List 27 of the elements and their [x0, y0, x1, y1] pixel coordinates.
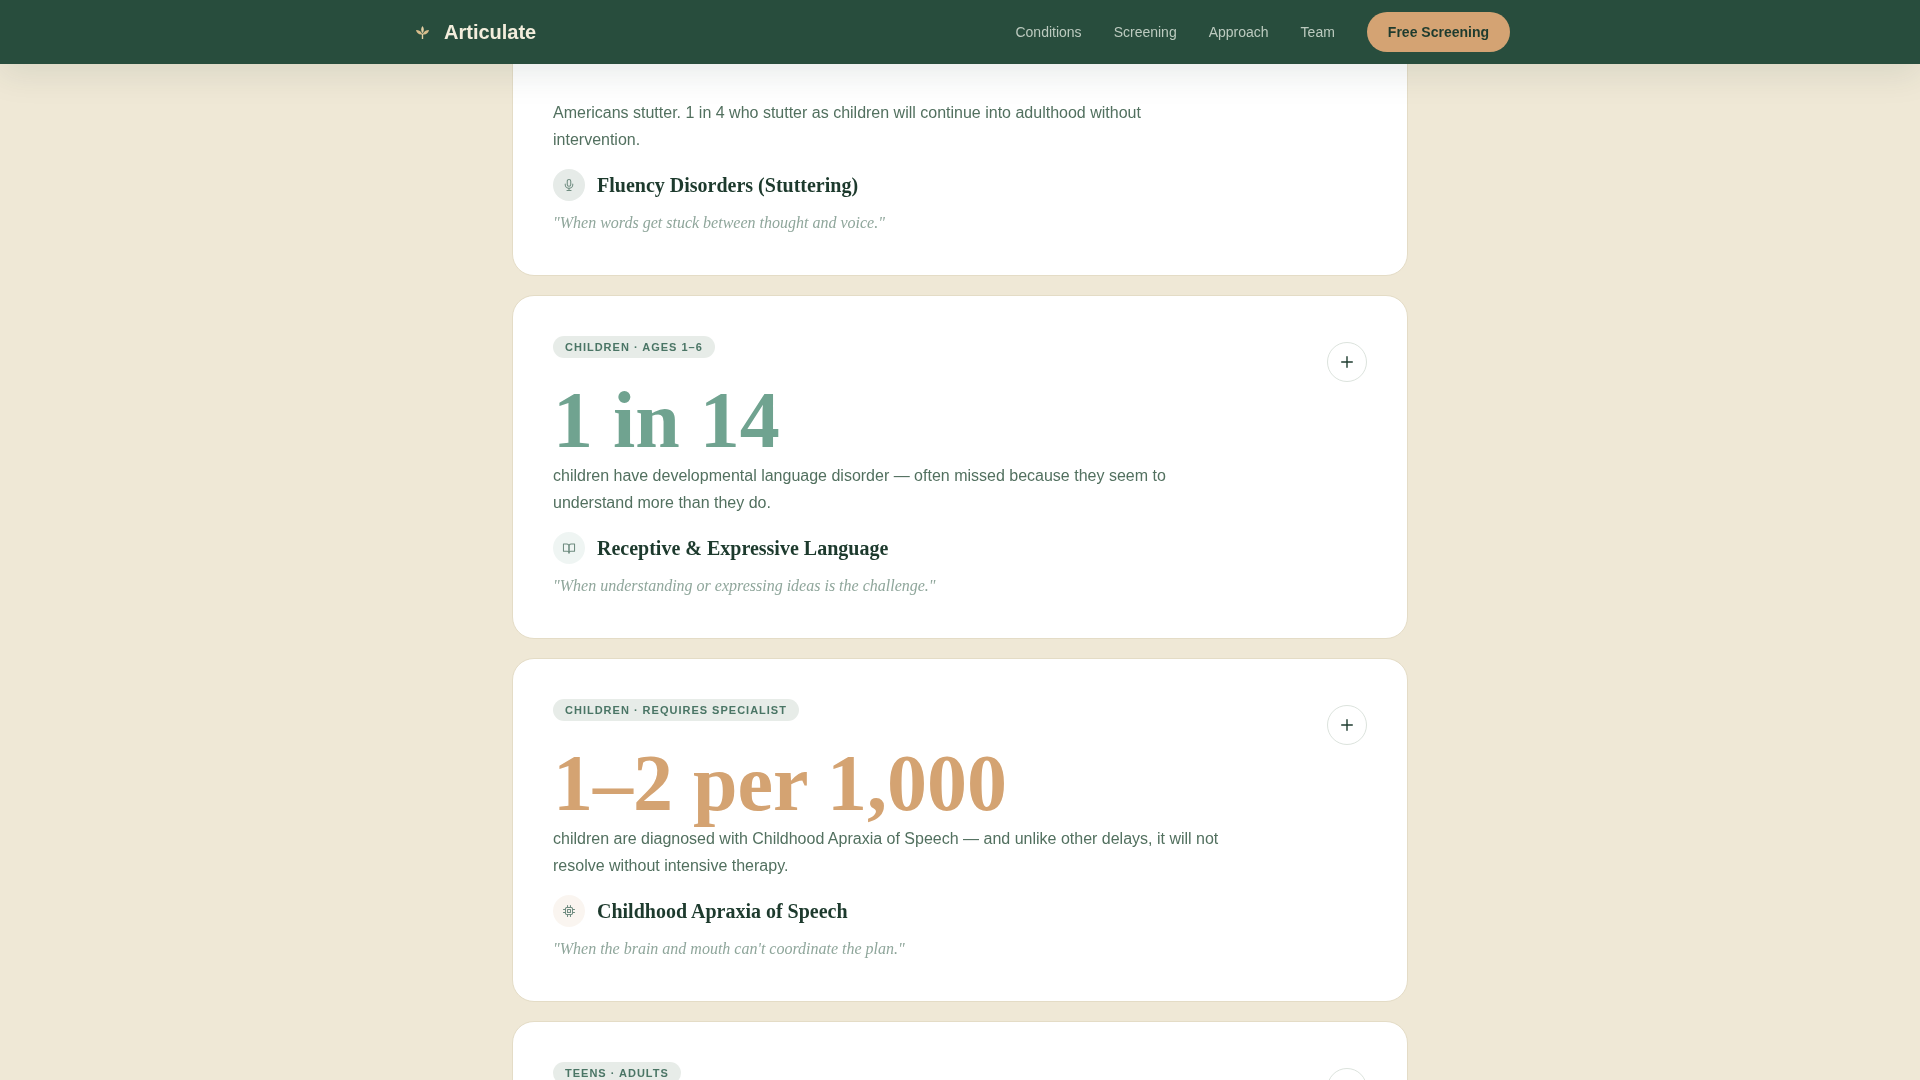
category-badge: CHILDREN · AGES 1–6	[553, 336, 715, 358]
category-badge: TEENS · ADULTS	[553, 1062, 681, 1080]
book-icon	[553, 532, 585, 564]
condition-quote: "When understanding or expressing ideas is the challenge."	[553, 576, 936, 597]
statistic-figure: 1 in 14	[553, 380, 780, 460]
condition-description: children are diagnosed with Childhood Apraxia of Speech — and unlike other delays, it will not resolve without intensive therapy.	[553, 829, 1220, 876]
category-badge: CHILDREN · REQUIRES SPECIALIST	[553, 699, 799, 721]
condition-quote: "When the brain and mouth can't coordinate the plan."	[553, 939, 905, 960]
condition-quote: "When words get stuck between thought and voice."	[553, 213, 885, 234]
nav-link[interactable]: Screening	[1113, 24, 1177, 40]
plus-icon	[1341, 719, 1353, 731]
condition-description: Americans stutter. 1 in 4 who stutter as children will continue into adulthood without intervention.	[553, 103, 1142, 150]
expand-button[interactable]	[1327, 342, 1367, 382]
condition-title: Receptive & Expressive Language	[597, 536, 889, 562]
expand-button[interactable]	[1327, 705, 1367, 745]
nav-link[interactable]: Conditions	[1015, 24, 1082, 40]
sprout-icon	[416, 25, 429, 39]
condition-description: children have developmental language disorder — often missed because they seem to understand more than they do.	[553, 466, 1167, 513]
microphone-icon	[553, 169, 585, 201]
brand-name[interactable]: Articulate	[444, 20, 537, 44]
condition-title: Fluency Disorders (Stuttering)	[597, 173, 859, 199]
condition-title: Childhood Apraxia of Speech	[597, 899, 848, 925]
plus-icon	[1341, 356, 1353, 368]
free-screening-button[interactable]: Free Screening	[1366, 12, 1510, 52]
nav-link[interactable]: Approach	[1208, 24, 1269, 40]
chip-icon	[553, 895, 585, 927]
nav-link[interactable]: Team	[1300, 24, 1335, 40]
